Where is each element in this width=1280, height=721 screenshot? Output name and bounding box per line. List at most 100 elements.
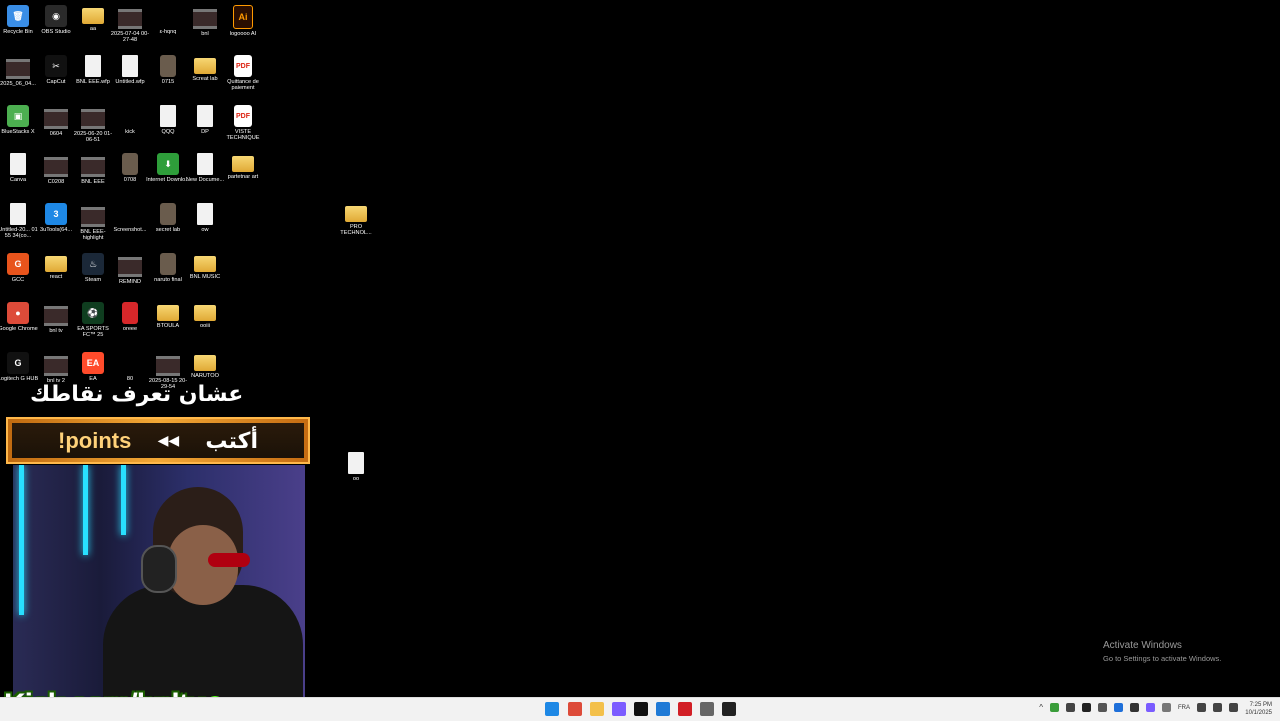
- desktop-icon-react[interactable]: react: [36, 253, 76, 280]
- app-icon: ⚽: [82, 302, 104, 324]
- video-file-icon: [6, 59, 30, 79]
- desktop-icon-3utools-64[interactable]: 3 3uTools(64...: [36, 203, 76, 233]
- app-icon: G: [7, 352, 29, 374]
- desktop-icon-gcc[interactable]: G GCC: [0, 253, 38, 283]
- desktop-icon-ea-sports-fc-25[interactable]: ⚽ EA SPORTS FC™ 25: [73, 302, 113, 339]
- folder-icon: [82, 8, 104, 24]
- app-icon: EA: [82, 352, 104, 374]
- taskbar-start-icon[interactable]: [545, 702, 559, 716]
- desktop-icon-untitled-20-01-55-34-co[interactable]: Untitled-20... 01 55 34(co...: [0, 203, 38, 240]
- desktop-icon-ea[interactable]: EA EA: [73, 352, 113, 382]
- desktop-icon-recycle-bin[interactable]: 🗑 Recycle Bin: [0, 5, 38, 35]
- wifi-icon[interactable]: [1197, 703, 1206, 712]
- battery-icon[interactable]: [1229, 703, 1238, 712]
- desktop-icon-logoooo-ai[interactable]: Ai logoooo AI: [223, 5, 263, 37]
- file-icon: [85, 55, 101, 77]
- tray-app-icon[interactable]: [1082, 703, 1091, 712]
- activate-subtitle: Go to Settings to activate Windows.: [1103, 654, 1222, 663]
- desktop-icon-bnl-tv-2[interactable]: bnl tv 2: [36, 352, 76, 384]
- desktop-icon-canva[interactable]: Canva: [0, 153, 38, 183]
- desktop[interactable]: 🗑 Recycle Bin ◉ OBS Studio aa 2025-07-04 00-2…: [0, 0, 1280, 720]
- desktop-icon-2025-06-20-01-06-51[interactable]: 2025-06-20 01-06-51: [73, 105, 113, 144]
- file-icon: [122, 55, 138, 77]
- app-icon: Ai: [233, 5, 253, 29]
- app-icon: [122, 153, 138, 175]
- desktop-icon-bnl-eee-highlight[interactable]: BNL EEE-highlight: [73, 203, 113, 242]
- desktop-icon-0604[interactable]: 0604: [36, 105, 76, 137]
- pdf-icon: PDF: [234, 105, 252, 127]
- desktop-icon-viste-technique[interactable]: PDF VISTE TECHNIQUE: [223, 105, 263, 142]
- desktop-icon-label: BNL MUSIC: [189, 274, 221, 280]
- desktop-icon-oo[interactable]: oo: [336, 452, 376, 482]
- pdf-icon: PDF: [234, 55, 252, 77]
- desktop-icon-ooiii[interactable]: ooiii: [185, 302, 225, 329]
- taskbar-messenger-icon[interactable]: [612, 702, 626, 716]
- desktop-icon-google-chrome[interactable]: ● Google Chrome: [0, 302, 38, 332]
- desktop-icon-kick[interactable]: kick: [110, 105, 150, 135]
- desktop-icon-qqq[interactable]: QQQ: [148, 105, 188, 135]
- app-icon: [119, 203, 141, 225]
- desktop-icon-untitled-wfp[interactable]: Untitled.wfp: [110, 55, 150, 85]
- desktop-icon-0715[interactable]: 0715: [148, 55, 188, 85]
- desktop-icon-remind[interactable]: REMIND: [110, 253, 150, 285]
- desktop-icon-screat-lab[interactable]: Screat lab: [185, 55, 225, 82]
- tray-app-icon[interactable]: [1146, 703, 1155, 712]
- desktop-icon-bluestacks-x[interactable]: ▣ BlueStacks X: [0, 105, 38, 135]
- clock[interactable]: 7:25 PM 10/1/2025: [1245, 701, 1272, 717]
- desktop-icon-secret-lab[interactable]: secret lab: [148, 203, 188, 233]
- desktop-icon-new-docume[interactable]: New Docume...: [185, 153, 225, 183]
- video-file-icon: [156, 356, 180, 376]
- desktop-icon-logitech-g-hub[interactable]: G Logitech G HUB: [0, 352, 38, 382]
- app-icon: [160, 55, 176, 77]
- desktop-icon-bnl-eee[interactable]: BNL EEE: [73, 153, 113, 185]
- tray-app-icon[interactable]: [1066, 703, 1075, 712]
- desktop-icon-btoula[interactable]: BTOULA: [148, 302, 188, 329]
- points-banner: !points ◀◀ أكتب: [6, 417, 310, 464]
- desktop-icon-bnl[interactable]: bnl: [185, 5, 225, 37]
- microphone-icon[interactable]: [1162, 703, 1171, 712]
- desktop-icon-naruto-final[interactable]: naruto final: [148, 253, 188, 283]
- taskbar-chrome-icon[interactable]: [568, 702, 582, 716]
- desktop-icon-aa[interactable]: aa: [73, 5, 113, 32]
- desktop-icon-bnl-tv[interactable]: bnl tv: [36, 302, 76, 334]
- desktop-icon-quittance-de-paiement[interactable]: PDF Quittance de paiement: [223, 55, 263, 92]
- desktop-icon-bnl-eee-wfp[interactable]: BNL EEE.wfp: [73, 55, 113, 85]
- taskbar-capcut-2-icon[interactable]: [722, 702, 736, 716]
- taskbar-settings-icon[interactable]: [700, 702, 714, 716]
- app-icon: [122, 302, 138, 324]
- volume-icon[interactable]: [1213, 703, 1222, 712]
- desktop-icon-capcut[interactable]: ✂ CapCut: [36, 55, 76, 85]
- tray-app-icon[interactable]: [1050, 703, 1059, 712]
- desktop-icon-2025-07-04-00-27-48[interactable]: 2025-07-04 00-27-48: [110, 5, 150, 44]
- taskbar-acrobat-icon[interactable]: [678, 702, 692, 716]
- desktop-icon-c0208[interactable]: C0208: [36, 153, 76, 185]
- desktop-icon-obs-studio[interactable]: ◉ OBS Studio: [36, 5, 76, 35]
- desktop-icon-narutoo[interactable]: NARUTOO: [185, 352, 225, 379]
- taskbar-photos-icon[interactable]: [656, 702, 670, 716]
- video-file-icon: [44, 306, 68, 326]
- sunglasses: [208, 553, 250, 567]
- taskbar-capcut-icon[interactable]: [634, 702, 648, 716]
- desktop-icon-80[interactable]: 80: [110, 352, 150, 382]
- bluetooth-icon[interactable]: [1114, 703, 1123, 712]
- chevron-up-icon[interactable]: ^: [1039, 703, 1043, 712]
- desktop-icon-ow[interactable]: ow: [185, 203, 225, 233]
- file-icon: [197, 153, 213, 175]
- desktop-icon-partetnar-art[interactable]: partetnar art: [223, 153, 263, 180]
- tray-app-icon[interactable]: [1098, 703, 1107, 712]
- desktop-icon-dp[interactable]: DP: [185, 105, 225, 135]
- desktop-icon-steam[interactable]: ♨ Steam: [73, 253, 113, 283]
- desktop-icon-0708[interactable]: 0708: [110, 153, 150, 183]
- desktop-icon-hqnq[interactable]: ε-hqnq: [148, 5, 188, 35]
- desktop-icon-internet-downlo[interactable]: ⬇ Internet Downlo...: [146, 153, 190, 183]
- desktop-icon-2025-06-04[interactable]: 2025_06_04...: [0, 55, 38, 87]
- desktop-icon-pro-technol[interactable]: PRO TECHNOL...: [336, 203, 376, 237]
- desktop-icon-screenshot[interactable]: Screenshot...: [110, 203, 150, 233]
- tray-app-icon[interactable]: [1130, 703, 1139, 712]
- taskbar-file-explorer-icon[interactable]: [590, 702, 604, 716]
- desktop-icon-oreee[interactable]: oreee: [110, 302, 150, 332]
- language-indicator[interactable]: FRA: [1178, 705, 1190, 711]
- desktop-icon-bnl-music[interactable]: BNL MUSIC: [185, 253, 225, 280]
- video-file-icon: [118, 257, 142, 277]
- clock-time: 7:25 PM: [1249, 702, 1272, 708]
